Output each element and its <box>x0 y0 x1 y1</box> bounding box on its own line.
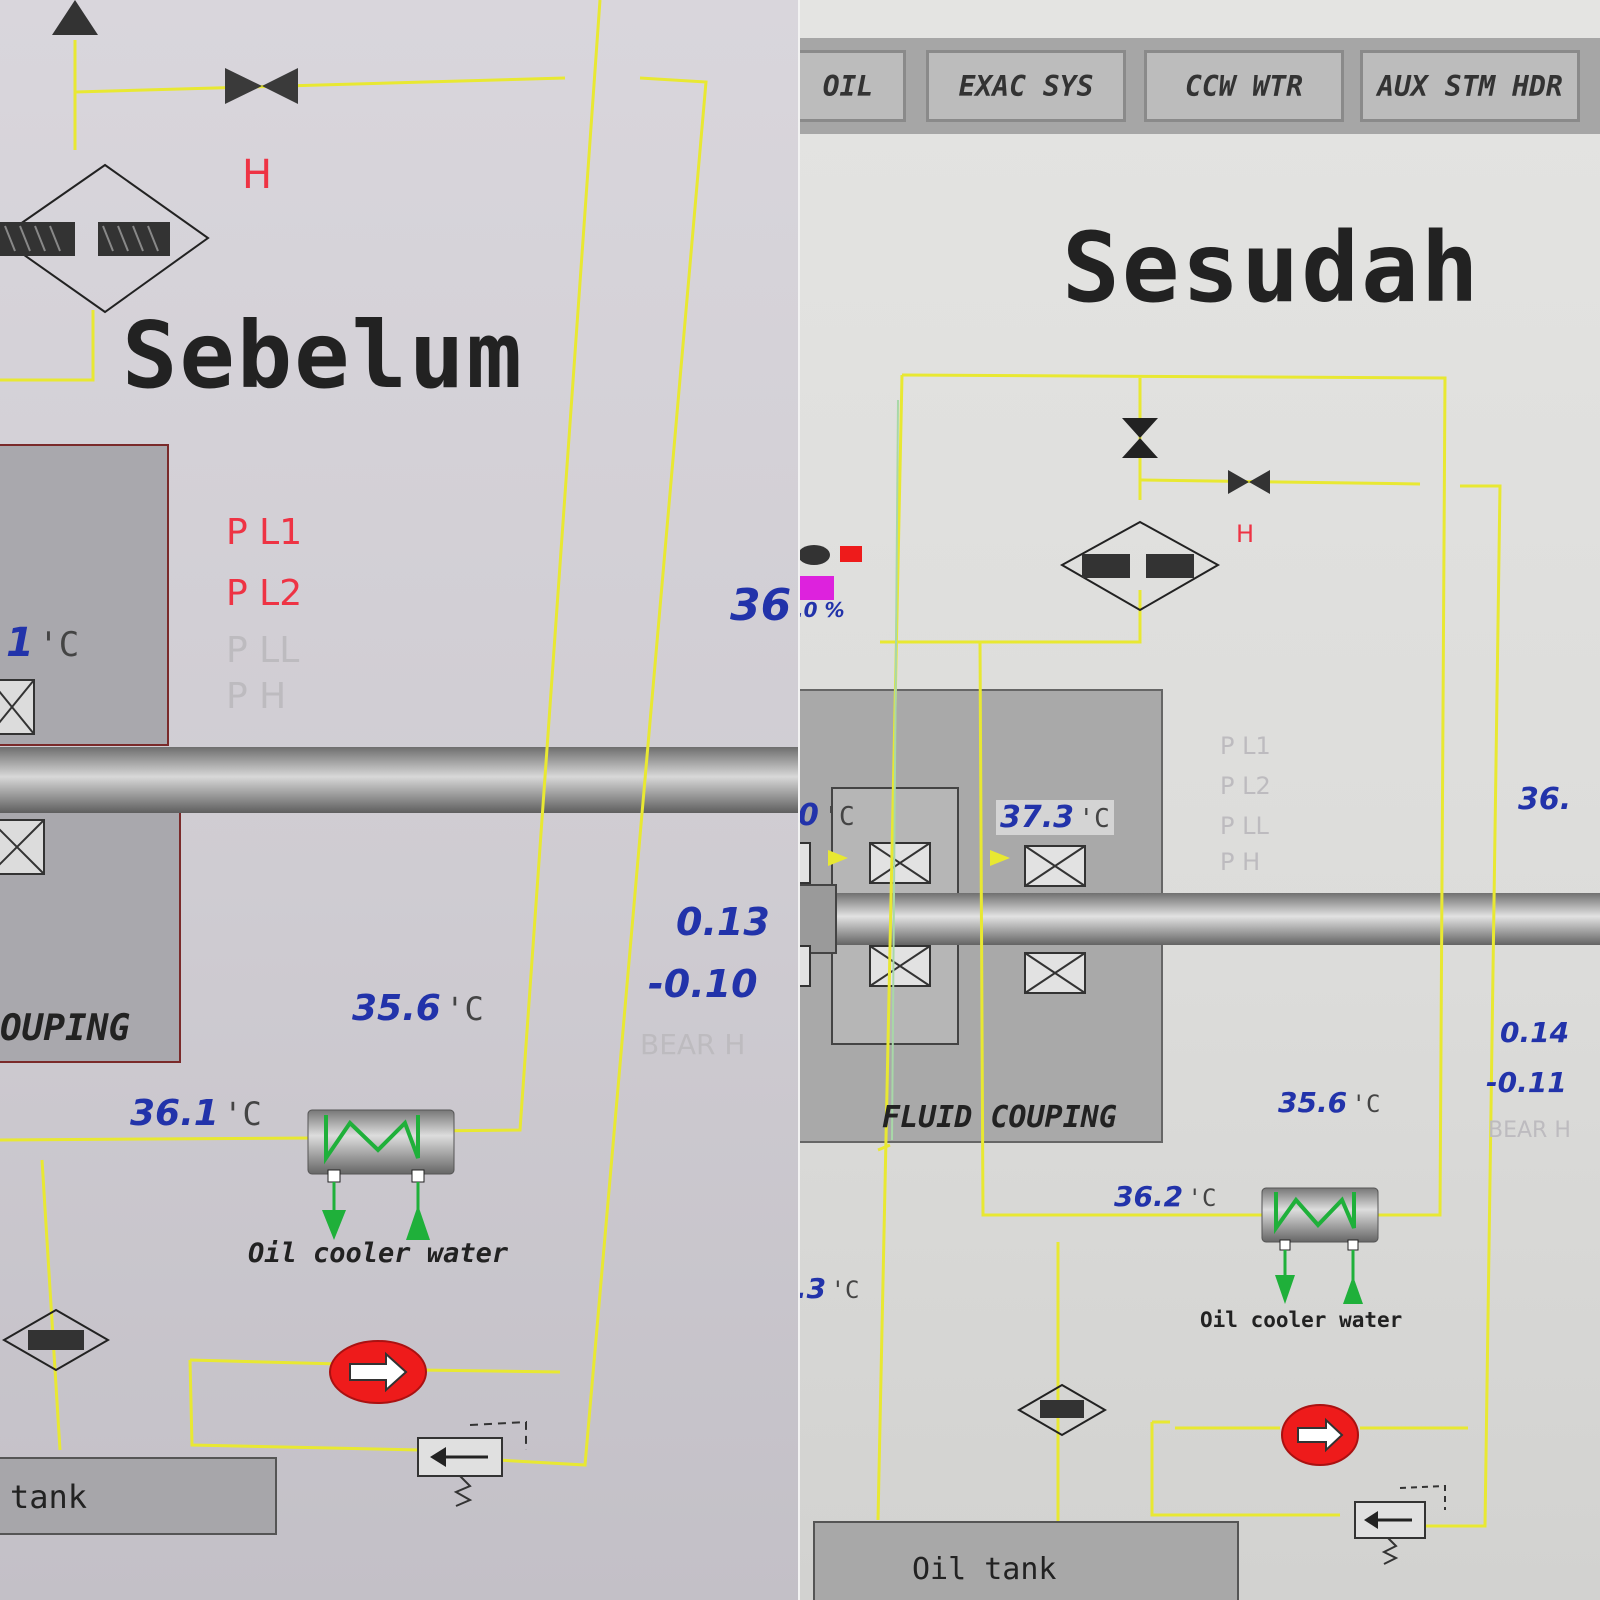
bearing-high-label: BEAR H <box>1488 1118 1571 1143</box>
pressure-label-ll: P LL <box>1220 812 1269 840</box>
vibration-value-1: 0.14 <box>1500 1016 1570 1049</box>
after-panel: OIL EXAC SYS CCW WTR AUX STM HDR Sesudah… <box>800 0 1600 1600</box>
indicator-icon <box>800 545 862 600</box>
valve-icon <box>1228 470 1270 494</box>
bearing-temp-top: 1 'C <box>6 620 80 666</box>
pressure-label-l2: P L2 <box>1220 772 1271 800</box>
oil-temp-361: 36.1 'C <box>130 1093 262 1134</box>
cooler-label: Oil cooler water <box>248 1238 509 1269</box>
oil-temp-362: 36.2 'C <box>1114 1180 1217 1213</box>
strainer-icon <box>1017 1383 1107 1437</box>
valve-icon <box>225 68 298 104</box>
oil-pump-icon <box>1281 1404 1359 1466</box>
pressure-label-ll: P LL <box>226 630 300 671</box>
oil-cooler-icon <box>307 1109 455 1240</box>
valve-vertical-icon <box>1122 418 1158 458</box>
vibration-value-2: -0.10 <box>648 962 758 1006</box>
value-36: 36 <box>730 580 792 631</box>
strainer-icon <box>1 1308 111 1372</box>
pressure-label-l1: P L1 <box>1220 732 1271 760</box>
tank-label: tank <box>10 1478 88 1516</box>
vibration-value-2: -0.11 <box>1486 1066 1567 1099</box>
fluid-coupling-label: FLUID COUPING <box>882 1100 1117 1135</box>
oil-temp-356: 35.6 'C <box>352 988 484 1029</box>
tank-label: Oil tank <box>912 1552 1057 1587</box>
oil-cooler-icon <box>1261 1187 1379 1304</box>
pressure-label-l1: P L1 <box>226 512 303 553</box>
pressure-label-l2: P L2 <box>226 573 303 614</box>
filter-icon <box>0 163 210 314</box>
high-alarm-flag: H <box>1236 520 1255 548</box>
pressure-label-h: P H <box>226 676 287 717</box>
before-panel: Sebelum H P L1 P L2 P LL P H 1 'C OUPING… <box>0 0 800 1600</box>
bearing-high-label: BEAR H <box>640 1028 746 1061</box>
pressure-label-h: P H <box>1220 848 1261 876</box>
oil-pump-icon <box>329 1340 427 1404</box>
before-title: Sebelum <box>122 302 524 409</box>
high-alarm-flag: H <box>242 152 273 198</box>
before-schematic <box>0 0 800 1535</box>
oil-temp-73: .3 'C <box>800 1272 860 1305</box>
bearing-temp-left: 0 'C <box>800 798 855 833</box>
cooler-label: Oil cooler water <box>1200 1308 1403 1332</box>
oil-temp-356: 35.6 'C <box>1278 1086 1381 1119</box>
percent-readout: .0 % <box>800 598 845 622</box>
relief-valve-icon <box>417 1420 527 1507</box>
after-title: Sesudah <box>1062 212 1481 324</box>
flow-arrow-up-icon <box>52 0 98 35</box>
vibration-value-1: 0.13 <box>676 900 770 944</box>
bearing-temp-373: 37.3 'C <box>996 800 1114 835</box>
coupling-label: OUPING <box>0 1008 131 1049</box>
value-36: 36. <box>1518 782 1572 817</box>
